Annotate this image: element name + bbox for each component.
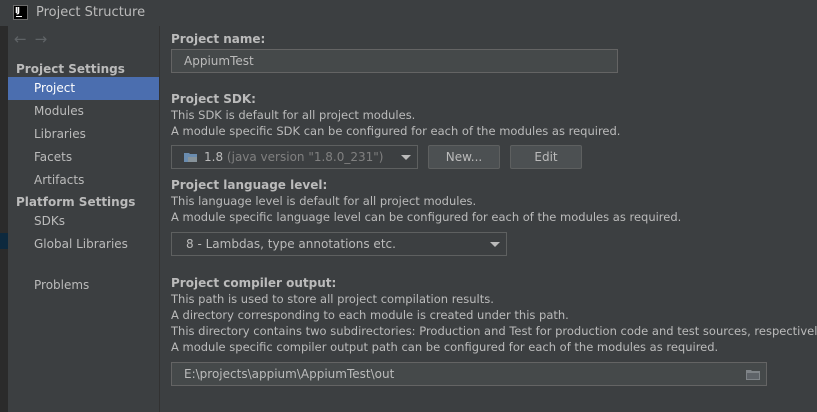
- folder-browse-icon[interactable]: [746, 369, 760, 380]
- app-icon-letters: IJ: [15, 6, 20, 15]
- sdk-version: (java version "1.8.0_231"): [226, 150, 384, 164]
- window-title: Project Structure: [36, 5, 146, 20]
- project-sdk-desc-1: This SDK is default for all project modu…: [171, 108, 416, 122]
- background-selection-mark: [0, 233, 8, 249]
- sidebar-item-artifacts[interactable]: Artifacts: [8, 169, 159, 192]
- sidebar-item-project[interactable]: Project: [8, 77, 159, 100]
- compiler-output-input[interactable]: E:\projects\appium\AppiumTest\out: [171, 362, 767, 386]
- project-name-input[interactable]: AppiumTest: [171, 49, 618, 73]
- chevron-down-icon: [401, 155, 411, 160]
- title-bar: IJ Project Structure: [0, 0, 817, 26]
- project-sdk-desc-2: A module specific SDK can be configured …: [171, 124, 621, 138]
- sidebar-item-sdks[interactable]: SDKs: [8, 210, 159, 233]
- app-icon-bar: [16, 16, 22, 17]
- sdk-edit-button[interactable]: Edit: [510, 145, 582, 169]
- project-settings-panel: Project name: AppiumTest Project SDK: Th…: [161, 26, 817, 412]
- background-window-strip: [0, 26, 8, 412]
- sidebar-item-libraries[interactable]: Libraries: [8, 123, 159, 146]
- language-level-desc-1: This language level is default for all p…: [171, 194, 477, 208]
- sidebar: ←→ Project Settings Project Modules Libr…: [8, 26, 160, 412]
- nav-arrows: ←→: [14, 30, 55, 48]
- platform-settings-header: Platform Settings: [16, 195, 136, 209]
- sidebar-item-problems[interactable]: Problems: [8, 274, 159, 297]
- compiler-output-path: E:\projects\appium\AppiumTest\out: [184, 367, 395, 381]
- sidebar-item-modules[interactable]: Modules: [8, 100, 159, 123]
- sdk-name: 1.8: [204, 150, 224, 164]
- language-level-dropdown[interactable]: 8 - Lambdas, type annotations etc.: [171, 232, 507, 256]
- compiler-output-desc-2: A directory corresponding to each module…: [171, 308, 569, 322]
- compiler-output-label: Project compiler output:: [171, 276, 337, 290]
- intellij-idea-icon: IJ: [13, 5, 28, 20]
- sidebar-item-facets[interactable]: Facets: [8, 146, 159, 169]
- project-name-label: Project name:: [171, 32, 266, 46]
- arrow-right-icon[interactable]: →: [35, 30, 56, 48]
- project-sdk-label: Project SDK:: [171, 92, 256, 106]
- arrow-left-icon[interactable]: ←: [14, 30, 35, 48]
- sdk-new-button[interactable]: New...: [428, 145, 500, 169]
- project-sdk-dropdown[interactable]: 1.8 (java version "1.8.0_231"): [171, 145, 418, 169]
- compiler-output-desc-1: This path is used to store all project c…: [171, 292, 494, 306]
- project-settings-header: Project Settings: [16, 62, 125, 76]
- sdk-folder-icon: [184, 153, 197, 162]
- language-level-label: Project language level:: [171, 178, 328, 192]
- compiler-output-desc-4: A module specific compiler output path c…: [171, 340, 719, 354]
- chevron-down-icon: [490, 242, 500, 247]
- sidebar-item-global-libraries[interactable]: Global Libraries: [8, 233, 159, 256]
- language-level-value: 8 - Lambdas, type annotations etc.: [186, 237, 396, 251]
- language-level-desc-2: A module specific language level can be …: [171, 210, 682, 224]
- compiler-output-desc-3: This directory contains two subdirectori…: [171, 324, 817, 338]
